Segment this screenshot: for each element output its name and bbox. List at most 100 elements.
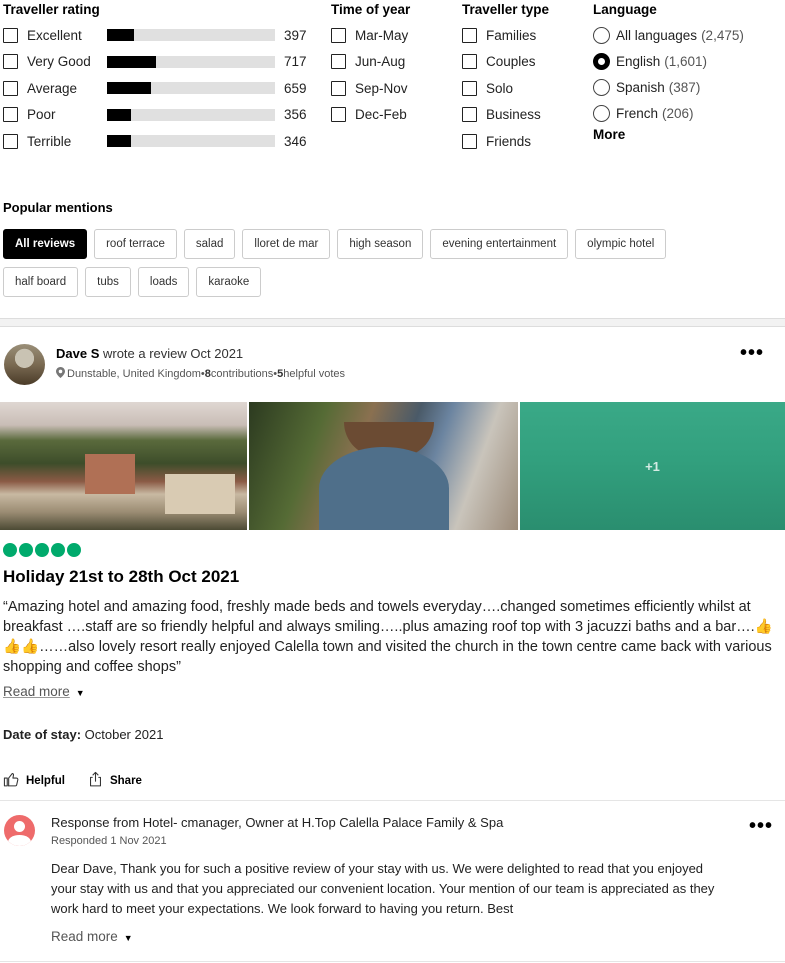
review-photo[interactable] <box>249 402 518 530</box>
language-label: Spanish <box>616 79 665 95</box>
date-of-stay: Date of stay: October 2021 <box>3 727 163 742</box>
mention-chip[interactable]: salad <box>183 229 236 259</box>
read-more-label: Read more <box>51 929 118 944</box>
review-photo[interactable] <box>0 402 247 530</box>
time-of-year-dec-feb[interactable]: Dec-Feb <box>331 102 410 129</box>
language-option-english[interactable]: English (1,601) <box>593 48 744 74</box>
language-option-all-languages[interactable]: All languages (2,475) <box>593 22 744 48</box>
language-label: All languages <box>616 27 698 43</box>
rating-bubble-icon <box>19 543 33 557</box>
contributions-label: contributions <box>210 368 274 380</box>
language-heading: Language <box>593 2 657 17</box>
checkbox[interactable] <box>3 80 18 96</box>
popular-mentions: Popular mentions All reviews roof terrace… <box>3 200 783 297</box>
rating-filter-terrible[interactable]: Terrible 346 <box>3 128 313 155</box>
review-byline: Dave S wrote a review Oct 2021 <box>56 346 243 361</box>
rating-label: Average <box>27 80 78 96</box>
mention-chip[interactable]: tubs <box>85 267 131 297</box>
mention-chip[interactable]: high season <box>337 229 424 259</box>
mention-chip[interactable]: loads <box>137 267 190 297</box>
checkbox[interactable] <box>462 27 477 43</box>
traveller-type-label: Solo <box>486 80 514 96</box>
checkbox[interactable] <box>3 133 18 149</box>
mention-chip[interactable]: olympic hotel <box>575 229 667 259</box>
date-of-stay-label: Date of stay: <box>3 727 82 742</box>
review-read-more-link[interactable]: Read more ▼ <box>3 684 85 699</box>
checkbox[interactable] <box>3 27 18 43</box>
rating-filter-very-good[interactable]: Very Good 717 <box>3 49 313 76</box>
rating-bubbles <box>3 543 81 557</box>
mention-chip[interactable]: karaoke <box>196 267 262 297</box>
radio-button[interactable] <box>593 26 610 44</box>
response-divider <box>0 800 785 801</box>
rating-bar <box>107 55 275 68</box>
checkbox[interactable] <box>462 107 477 123</box>
checkbox[interactable] <box>3 107 18 123</box>
response-more-options-icon[interactable]: ••• <box>749 816 773 836</box>
traveller-type-families[interactable]: Families <box>462 22 549 49</box>
checkbox[interactable] <box>331 107 346 123</box>
reviewer-avatar[interactable] <box>4 344 45 385</box>
checkbox[interactable] <box>462 54 477 70</box>
thumbs-up-icon <box>3 771 20 791</box>
helpful-button[interactable]: Helpful <box>3 771 65 791</box>
time-of-year-jun-aug[interactable]: Jun-Aug <box>331 49 410 76</box>
review-filters: Traveller rating Excellent 397 Very Good 71… <box>0 0 785 170</box>
review-actions: Helpful Share <box>3 771 142 791</box>
language-option-french[interactable]: French (206) <box>593 100 744 126</box>
rating-bubble-icon <box>35 543 49 557</box>
checkbox[interactable] <box>462 133 477 149</box>
rating-bubble-icon <box>67 543 81 557</box>
radio-button[interactable] <box>593 52 610 70</box>
rating-bubble-icon <box>3 543 17 557</box>
radio-button[interactable] <box>593 78 610 96</box>
rating-label: Very Good <box>27 54 91 70</box>
traveller-type-solo[interactable]: Solo <box>462 75 549 102</box>
time-of-year-mar-may[interactable]: Mar-May <box>331 22 410 49</box>
reviewer-location: Dunstable, United Kingdom <box>67 368 201 380</box>
rating-filter-average[interactable]: Average 659 <box>3 75 313 102</box>
reviewer-name[interactable]: Dave S <box>56 346 99 361</box>
language-label: English <box>616 53 661 69</box>
mention-chip[interactable]: lloret de mar <box>242 229 331 259</box>
share-button[interactable]: Share <box>87 771 142 791</box>
traveller-type-label: Families <box>486 27 537 43</box>
checkbox[interactable] <box>462 80 477 96</box>
mention-chip[interactable]: evening entertainment <box>430 229 569 259</box>
traveller-type-couples[interactable]: Couples <box>462 49 549 76</box>
rating-filter-excellent[interactable]: Excellent 397 <box>3 22 313 49</box>
rating-count: 356 <box>284 107 307 123</box>
language-count: (1,601) <box>664 53 708 69</box>
checkbox[interactable] <box>331 27 346 43</box>
more-languages-link[interactable]: More <box>593 127 625 142</box>
more-photos-count: +1 <box>645 458 660 474</box>
traveller-type-label: Business <box>486 107 541 123</box>
time-of-year-sep-nov[interactable]: Sep-Nov <box>331 75 410 102</box>
review-title[interactable]: Holiday 21st to 28th Oct 2021 <box>3 567 239 587</box>
rating-bubble-icon <box>51 543 65 557</box>
checkbox[interactable] <box>331 54 346 70</box>
manager-avatar-icon <box>4 815 35 846</box>
review-photos: +1 <box>0 402 785 530</box>
traveller-type-friends[interactable]: Friends <box>462 128 549 155</box>
mention-chip[interactable]: half board <box>3 267 79 297</box>
review-more-options-icon[interactable]: ••• <box>740 343 764 363</box>
language-option-spanish[interactable]: Spanish (387) <box>593 74 744 100</box>
traveller-rating-heading: Traveller rating <box>3 2 100 17</box>
review-body: “Amazing hotel and amazing food, freshly… <box>3 599 773 675</box>
mention-chip[interactable]: roof terrace <box>94 229 177 259</box>
rating-bar-fill <box>107 55 156 68</box>
checkbox[interactable] <box>3 54 18 70</box>
review-bottom-divider <box>0 961 785 962</box>
radio-button[interactable] <box>593 104 610 122</box>
review-photo-more[interactable]: +1 <box>520 402 785 530</box>
rating-count: 397 <box>284 27 307 43</box>
traveller-type-business[interactable]: Business <box>462 102 549 129</box>
time-of-year-filter: Time of year Mar-May Jun-Aug Sep-Nov Dec-Fe… <box>331 2 410 128</box>
checkbox[interactable] <box>331 80 346 96</box>
time-of-year-label: Mar-May <box>355 27 409 43</box>
traveller-type-heading: Traveller type <box>462 2 550 17</box>
rating-filter-poor[interactable]: Poor 356 <box>3 102 313 129</box>
response-read-more-link[interactable]: Read more ▼ <box>51 929 133 944</box>
mention-chip[interactable]: All reviews <box>3 229 88 259</box>
